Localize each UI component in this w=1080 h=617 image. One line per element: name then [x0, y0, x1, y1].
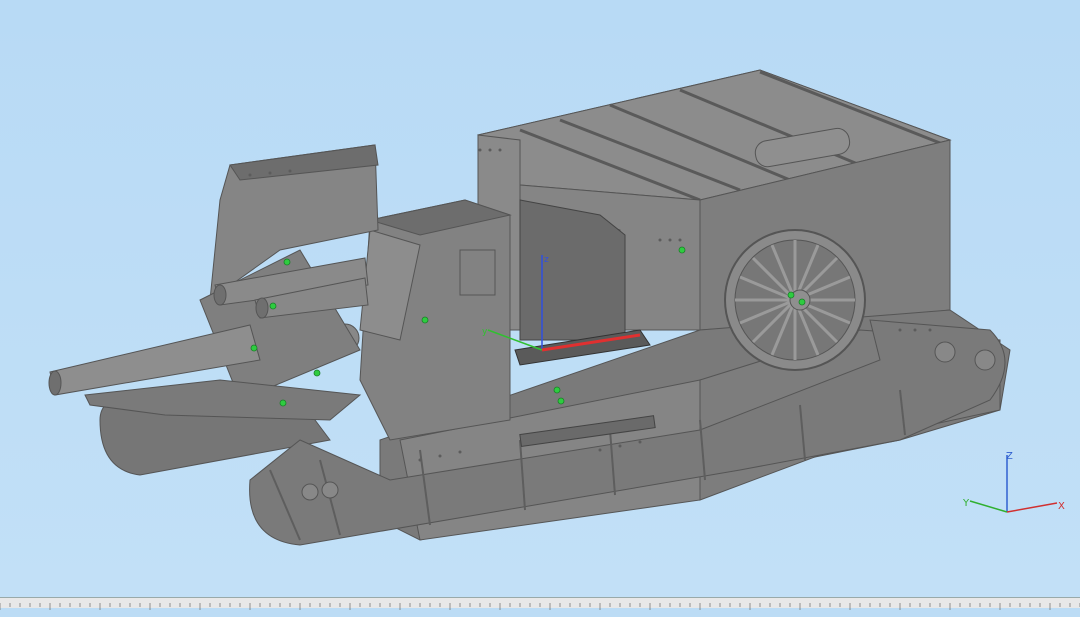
front-cab-right	[359, 199, 512, 441]
x-axis-label: X	[1058, 501, 1065, 512]
3d-viewport[interactable]: z y Z X Y	[0, 0, 1080, 597]
y-axis-label: Y	[962, 498, 970, 509]
bottom-ruler	[0, 597, 1080, 610]
z-axis-label: Z	[1006, 451, 1013, 462]
tank-model[interactable]: z y	[0, 0, 1080, 597]
svg-text:y: y	[482, 327, 488, 337]
x-axis-line	[1006, 502, 1058, 513]
svg-text:z: z	[544, 255, 549, 265]
orientation-triad: Z X Y	[962, 451, 1065, 513]
spoked-wheel	[724, 229, 866, 371]
y-axis-line	[969, 500, 1008, 513]
